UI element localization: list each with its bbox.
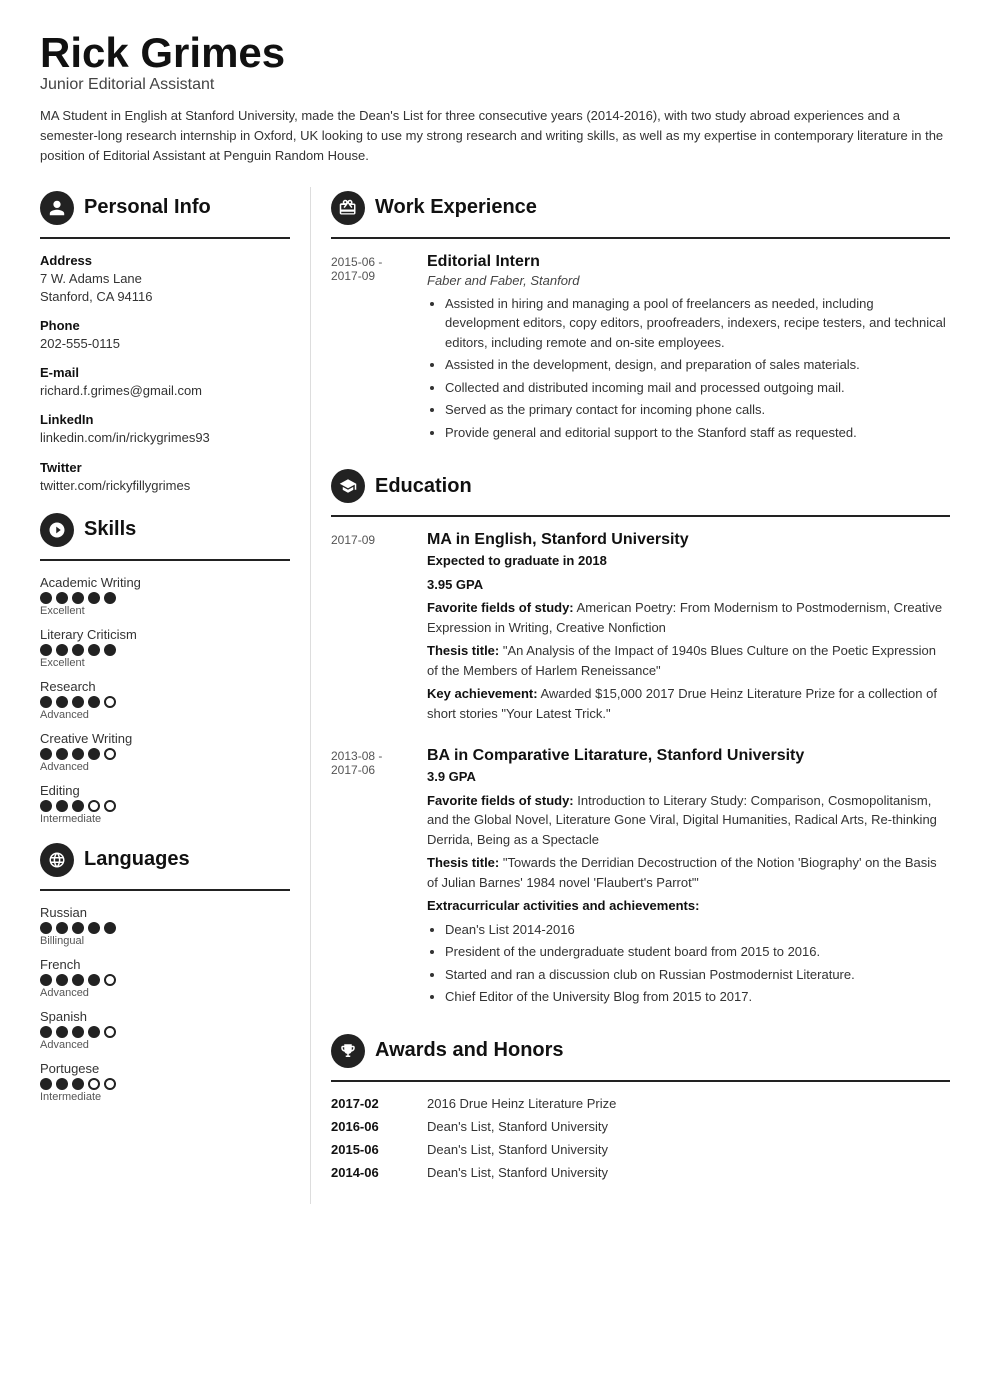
education-bullets-1: Dean's List 2014-2016President of the un… bbox=[427, 920, 950, 1007]
work-experience-section: Work Experience 2015-06 -2017-09 Editori… bbox=[331, 191, 950, 446]
header-summary: MA Student in English at Stanford Univer… bbox=[40, 106, 950, 166]
skills-icon bbox=[40, 513, 74, 547]
bullet-item: Chief Editor of the University Blog from… bbox=[445, 987, 950, 1007]
work-item-0: 2015-06 -2017-09 Editorial Intern Faber … bbox=[331, 253, 950, 446]
bullet-item: Assisted in the development, design, and… bbox=[445, 355, 950, 375]
work-experience-header: Work Experience bbox=[331, 191, 950, 225]
awards-icon bbox=[331, 1034, 365, 1068]
skills-header: Skills bbox=[40, 513, 290, 547]
twitter-block: Twitter twitter.com/rickyfillygrimes bbox=[40, 460, 290, 495]
education-item-1: 2013-08 -2017-06 BA in Comparative Litar… bbox=[331, 747, 950, 1010]
personal-info-title: Personal Info bbox=[84, 196, 211, 219]
languages-list: RussianBillingual FrenchAdvanced SpanishAd… bbox=[40, 905, 290, 1103]
bullet-item: Provide general and editorial support to… bbox=[445, 423, 950, 443]
header-name: Rick Grimes bbox=[40, 30, 950, 76]
phone-block: Phone 202-555-0115 bbox=[40, 318, 290, 353]
education-item-0: 2017-09 MA in English, Stanford Universi… bbox=[331, 531, 950, 727]
header-title: Junior Editorial Assistant bbox=[40, 76, 950, 94]
language-item: PortugeseIntermediate bbox=[40, 1061, 290, 1103]
skill-item: Creative WritingAdvanced bbox=[40, 731, 290, 773]
education-title: Education bbox=[375, 475, 472, 498]
awards-section: Awards and Honors 2017-022016 Drue Heinz… bbox=[331, 1034, 950, 1180]
work-bullets-0: Assisted in hiring and managing a pool o… bbox=[427, 294, 950, 443]
bullet-item: Dean's List 2014-2016 bbox=[445, 920, 950, 940]
linkedin-block: LinkedIn linkedin.com/in/rickygrimes93 bbox=[40, 412, 290, 447]
award-item: 2015-06Dean's List, Stanford University bbox=[331, 1142, 950, 1157]
award-item: 2017-022016 Drue Heinz Literature Prize bbox=[331, 1096, 950, 1111]
email-block: E-mail richard.f.grimes@gmail.com bbox=[40, 365, 290, 400]
language-item: RussianBillingual bbox=[40, 905, 290, 947]
languages-icon bbox=[40, 843, 74, 877]
skills-list: Academic WritingExcellent Literary Critic… bbox=[40, 575, 290, 825]
language-item: FrenchAdvanced bbox=[40, 957, 290, 999]
languages-section: Languages RussianBillingual FrenchAdvance… bbox=[40, 843, 290, 1103]
work-experience-title: Work Experience bbox=[375, 196, 537, 219]
work-experience-icon bbox=[331, 191, 365, 225]
bullet-item: Collected and distributed incoming mail … bbox=[445, 378, 950, 398]
languages-title: Languages bbox=[84, 848, 190, 871]
skills-title: Skills bbox=[84, 518, 136, 541]
awards-header: Awards and Honors bbox=[331, 1034, 950, 1068]
education-section: Education 2017-09 MA in English, Stanfor… bbox=[331, 469, 950, 1010]
skill-item: Literary CriticismExcellent bbox=[40, 627, 290, 669]
bullet-item: Assisted in hiring and managing a pool o… bbox=[445, 294, 950, 353]
award-item: 2014-06Dean's List, Stanford University bbox=[331, 1165, 950, 1180]
education-icon bbox=[331, 469, 365, 503]
personal-info-fields: Address 7 W. Adams LaneStanford, CA 9411… bbox=[40, 253, 290, 495]
language-item: SpanishAdvanced bbox=[40, 1009, 290, 1051]
awards-list: 2017-022016 Drue Heinz Literature Prize 2… bbox=[331, 1096, 950, 1180]
education-header: Education bbox=[331, 469, 950, 503]
skill-item: EditingIntermediate bbox=[40, 783, 290, 825]
address-block: Address 7 W. Adams LaneStanford, CA 9411… bbox=[40, 253, 290, 306]
skills-section: Skills Academic WritingExcellent Literary… bbox=[40, 513, 290, 825]
bullet-item: Started and ran a discussion club on Rus… bbox=[445, 965, 950, 985]
skill-item: Academic WritingExcellent bbox=[40, 575, 290, 617]
languages-header: Languages bbox=[40, 843, 290, 877]
award-item: 2016-06Dean's List, Stanford University bbox=[331, 1119, 950, 1134]
personal-info-section: Personal Info Address 7 W. Adams LaneSta… bbox=[40, 191, 290, 495]
skill-item: ResearchAdvanced bbox=[40, 679, 290, 721]
awards-title: Awards and Honors bbox=[375, 1039, 564, 1062]
bullet-item: Served as the primary contact for incomi… bbox=[445, 400, 950, 420]
personal-info-header: Personal Info bbox=[40, 191, 290, 225]
personal-info-icon bbox=[40, 191, 74, 225]
bullet-item: President of the undergraduate student b… bbox=[445, 942, 950, 962]
